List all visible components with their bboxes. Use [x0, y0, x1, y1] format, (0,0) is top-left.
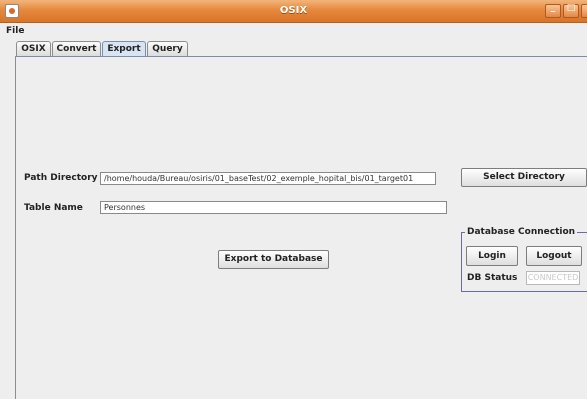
- minimize-button[interactable]: _: [545, 3, 561, 18]
- tab-convert[interactable]: Convert: [52, 41, 101, 56]
- close-icon: ×: [582, 3, 587, 13]
- title-bar[interactable]: OSIX _ □ ×: [0, 0, 587, 23]
- path-directory-field[interactable]: /home/houda/Bureau/osiris/01_baseTest/02…: [100, 172, 436, 185]
- window-title: OSIX: [279, 5, 308, 16]
- login-button[interactable]: Login: [466, 246, 518, 266]
- menu-bar: File: [0, 23, 587, 39]
- tab-osix[interactable]: OSIX: [16, 41, 51, 56]
- database-connection-title: Database Connection: [465, 227, 578, 237]
- path-directory-label: Path Directory: [24, 173, 98, 183]
- maximize-icon: □: [566, 3, 576, 13]
- panel-border: [15, 56, 16, 399]
- table-name-field[interactable]: Personnes: [100, 201, 447, 214]
- menu-file[interactable]: File: [6, 26, 24, 36]
- tab-query[interactable]: Query: [147, 41, 188, 56]
- table-name-label: Table Name: [24, 203, 83, 213]
- tab-export[interactable]: Export: [102, 41, 146, 57]
- logout-button[interactable]: Logout: [526, 246, 582, 266]
- maximize-button[interactable]: □: [563, 3, 579, 18]
- tab-divider: [15, 56, 587, 57]
- db-status-field: CONNECTED: [526, 271, 580, 285]
- select-directory-button[interactable]: Select Directory: [461, 168, 587, 187]
- db-status-label: DB Status: [467, 273, 518, 283]
- minimize-icon: _: [550, 3, 556, 13]
- export-to-database-button[interactable]: Export to Database: [218, 250, 329, 269]
- close-button[interactable]: ×: [581, 3, 587, 18]
